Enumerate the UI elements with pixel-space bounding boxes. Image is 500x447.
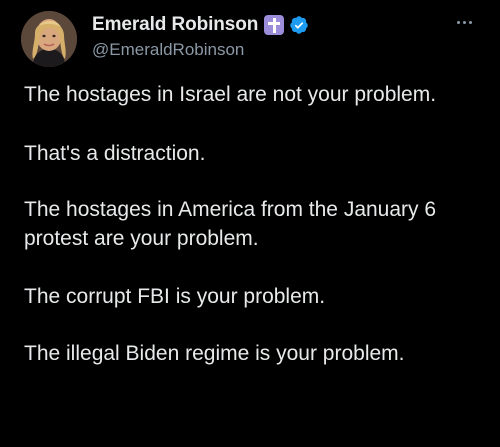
verified-icon xyxy=(290,16,309,34)
tweet-text: The hostages in Israel are not your prob… xyxy=(24,80,484,368)
tweet-paragraph: The corrupt FBI is your problem. xyxy=(24,285,326,308)
author-handle[interactable]: @EmeraldRobinson xyxy=(92,40,244,60)
author-display-name[interactable]: Emerald Robinson xyxy=(92,14,258,36)
avatar-image xyxy=(21,11,77,67)
tweet-paragraph: The hostages in America from the January… xyxy=(24,198,437,250)
latin-cross-icon xyxy=(264,15,285,35)
tweet-paragraph: That's a distraction. xyxy=(24,142,206,165)
more-options-icon[interactable] xyxy=(448,12,480,32)
avatar[interactable] xyxy=(21,11,77,67)
tweet-paragraph: The illegal Biden regime is your problem… xyxy=(24,342,405,365)
more-dot xyxy=(468,20,472,24)
tweet-paragraph: The hostages in Israel are not your prob… xyxy=(24,83,437,106)
author-name-row: Emerald Robinson xyxy=(92,12,309,38)
more-dot xyxy=(456,20,460,24)
more-dot xyxy=(462,20,466,24)
tweet-header: Emerald Robinson @EmeraldRobinson xyxy=(0,0,500,80)
